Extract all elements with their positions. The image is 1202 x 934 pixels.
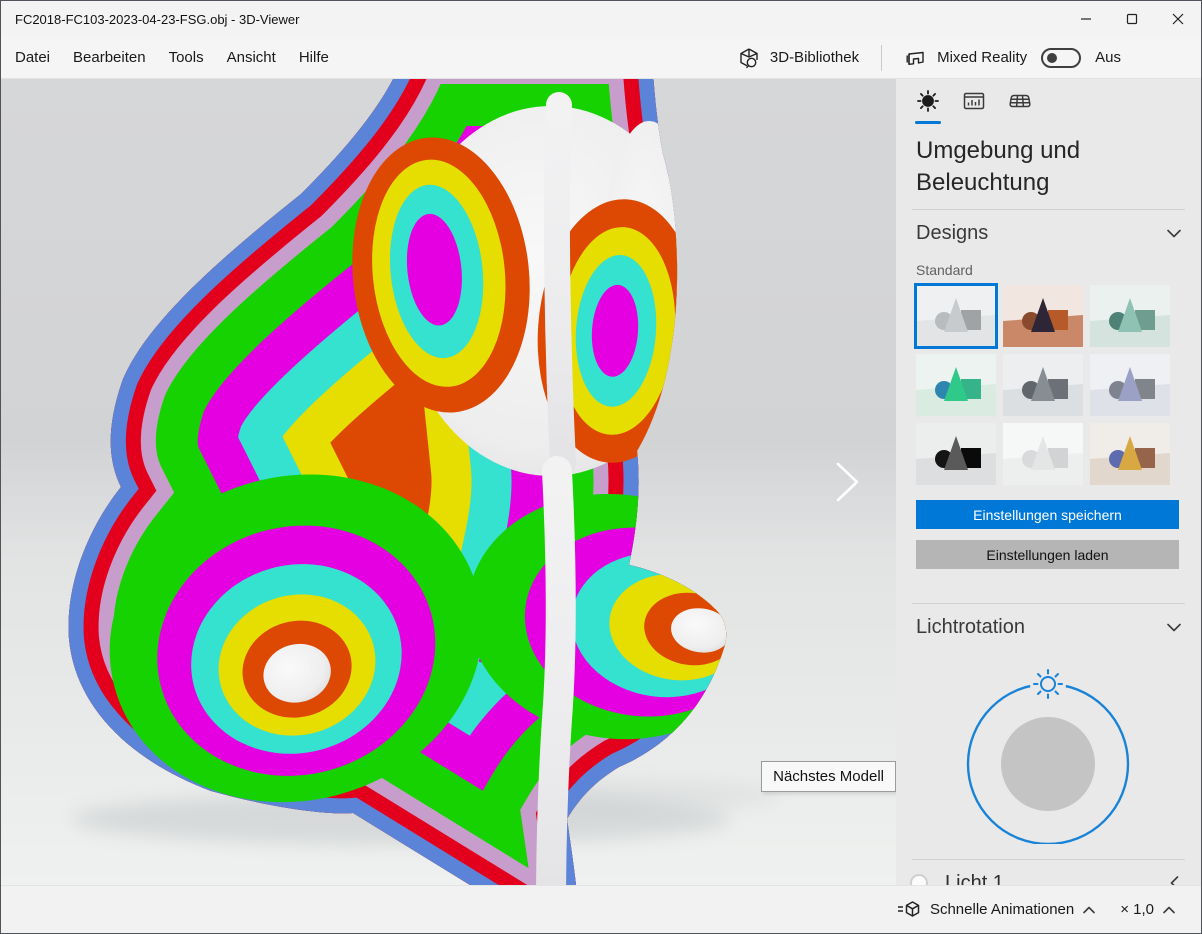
panel-tabs — [916, 89, 1181, 126]
mixed-reality-state: Aus — [1095, 49, 1121, 66]
window-title: FC2018-FC103-2023-04-23-FSG.obj - 3D-Vie… — [1, 12, 299, 27]
divider — [912, 859, 1185, 860]
light-rotation-dial[interactable] — [916, 664, 1181, 844]
animation-speed-dropdown[interactable]: Schnelle Animationen — [897, 899, 1095, 921]
menu-ansicht[interactable]: Ansicht — [227, 49, 276, 66]
save-settings-button[interactable]: Einstellungen speichern — [916, 500, 1179, 529]
design-thumbnail-1[interactable] — [916, 285, 996, 347]
toggle-knob — [1047, 53, 1057, 63]
stats-icon — [962, 89, 986, 113]
window-controls — [1063, 1, 1201, 37]
designs-group-label: Standard — [916, 262, 1181, 278]
light1-label: Licht 1 — [945, 872, 1004, 886]
dial-knob[interactable] — [1001, 717, 1095, 811]
minimize-icon — [1080, 13, 1092, 25]
next-model-button[interactable] — [835, 461, 861, 503]
panel-title: Umgebung und Beleuchtung — [916, 135, 1116, 199]
menubar: Datei Bearbeiten Tools Ansicht Hilfe 3D-… — [1, 37, 1201, 79]
menu-bearbeiten[interactable]: Bearbeiten — [73, 49, 146, 66]
animation-speed-label: Schnelle Animationen — [930, 901, 1074, 918]
3d-library-button[interactable]: 3D-Bibliothek — [737, 46, 859, 70]
design-thumbnail-3[interactable] — [1090, 285, 1170, 347]
mixed-reality-group: Mixed Reality — [904, 46, 1027, 70]
grid-icon — [1008, 89, 1032, 113]
close-button[interactable] — [1155, 1, 1201, 37]
design-grid — [916, 285, 1181, 485]
design-thumbnail-6[interactable] — [1090, 354, 1170, 416]
light-rotation-label: Lichtrotation — [916, 616, 1025, 639]
tab-grid[interactable] — [1008, 89, 1032, 126]
design-thumbnail-5[interactable] — [1003, 354, 1083, 416]
design-thumbnail-8[interactable] — [1003, 423, 1083, 485]
next-model-tooltip: Nächstes Modell — [761, 761, 896, 792]
environment-panel: Umgebung und Beleuchtung Designs Standar… — [896, 79, 1201, 885]
light1-radio[interactable] — [910, 874, 928, 885]
mixed-reality-icon — [904, 46, 928, 70]
menu-hilfe[interactable]: Hilfe — [299, 49, 329, 66]
menu-tools[interactable]: Tools — [169, 49, 204, 66]
chevron-up-icon — [1163, 906, 1175, 914]
design-thumbnail-7[interactable] — [916, 423, 996, 485]
divider — [912, 209, 1185, 210]
spine — [551, 471, 561, 885]
titlebar: FC2018-FC103-2023-04-23-FSG.obj - 3D-Vie… — [1, 1, 1201, 37]
menubar-divider — [881, 45, 882, 71]
zoom-level-value: × 1,0 — [1120, 901, 1154, 918]
chevron-up-icon — [1083, 906, 1095, 914]
design-thumbnail-2[interactable] — [1003, 285, 1083, 347]
sun-icon — [916, 89, 940, 113]
zoom-level-dropdown[interactable]: × 1,0 — [1120, 901, 1175, 918]
tab-environment-lighting[interactable] — [916, 89, 940, 126]
close-icon — [1172, 13, 1184, 25]
light1-expander[interactable]: Licht 1 — [916, 867, 1181, 885]
selected-tab-indicator — [915, 121, 941, 124]
animation-icon — [897, 899, 921, 921]
mixed-reality-label: Mixed Reality — [937, 49, 1027, 66]
3d-library-cube-icon — [737, 46, 761, 70]
design-thumbnail-4[interactable] — [916, 354, 996, 416]
divider — [912, 603, 1185, 604]
menu: Datei Bearbeiten Tools Ansicht Hilfe — [1, 49, 329, 66]
light-rotation-expander[interactable]: Lichtrotation — [916, 616, 1181, 639]
app-window: FC2018-FC103-2023-04-23-FSG.obj - 3D-Vie… — [0, 0, 1202, 934]
maximize-icon — [1126, 13, 1138, 25]
designs-label: Designs — [916, 222, 988, 245]
mixed-reality-toggle[interactable] — [1041, 48, 1081, 68]
chevron-down-icon — [1167, 229, 1181, 238]
load-settings-button[interactable]: Einstellungen laden — [916, 540, 1179, 569]
chevron-right-icon — [838, 464, 857, 500]
designs-expander[interactable]: Designs — [916, 222, 1181, 245]
maximize-button[interactable] — [1109, 1, 1155, 37]
statusbar: Schnelle Animationen × 1,0 — [1, 885, 1201, 933]
tab-stats[interactable] — [962, 89, 986, 126]
3d-viewport[interactable]: Nächstes Modell — [1, 79, 896, 885]
menu-datei[interactable]: Datei — [15, 49, 50, 66]
minimize-button[interactable] — [1063, 1, 1109, 37]
3d-library-label: 3D-Bibliothek — [770, 49, 859, 66]
striped-model-body — [69, 79, 783, 885]
chevron-down-icon — [1167, 623, 1181, 632]
chevron-left-icon — [1170, 876, 1179, 885]
design-thumbnail-9[interactable] — [1090, 423, 1170, 485]
